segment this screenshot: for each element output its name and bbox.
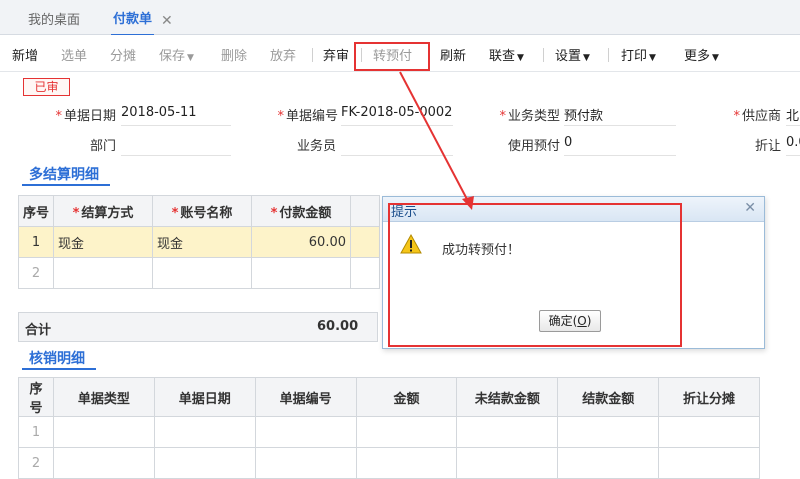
arrow-line xyxy=(399,71,470,204)
arrow-head xyxy=(462,196,474,210)
annotation-arrow xyxy=(399,71,474,210)
